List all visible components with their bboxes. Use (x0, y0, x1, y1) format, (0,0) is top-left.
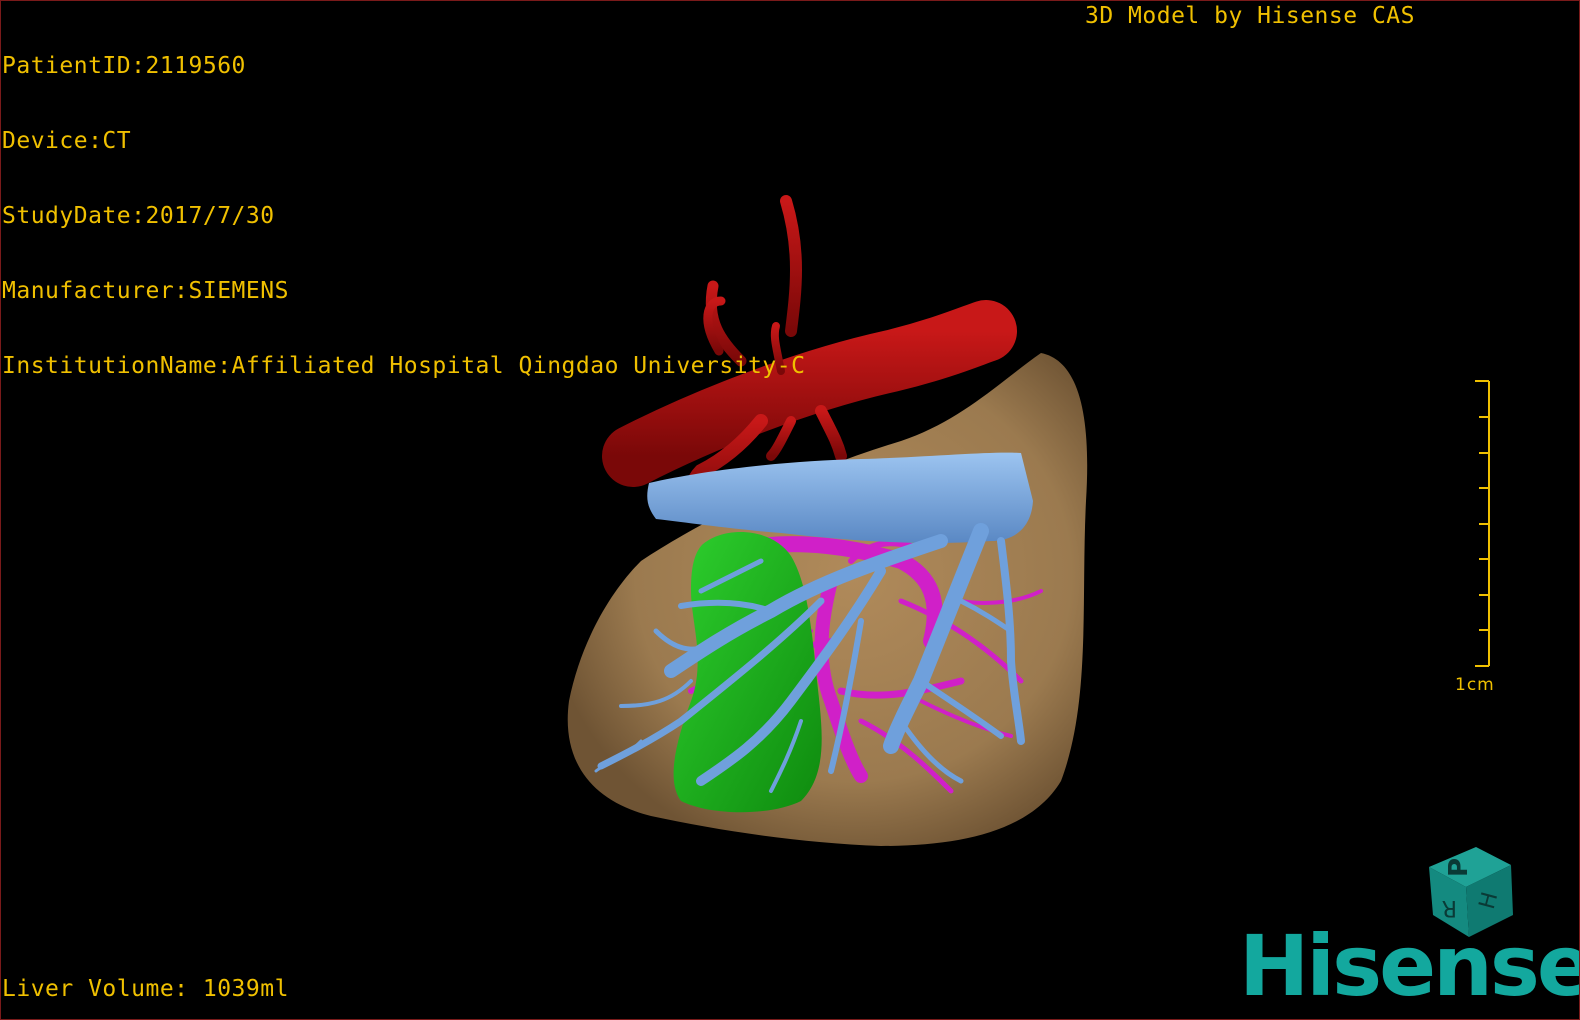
patient-id-label: PatientID:2119560 (2, 53, 246, 79)
hisense-logo: Hisense (1239, 917, 1580, 1015)
model-credit-label: 3D Model by Hisense CAS (1085, 3, 1415, 29)
patient-info-overlay: PatientID:2119560 Device:CT StudyDate:20… (2, 4, 805, 429)
manufacturer-label: Manufacturer:SIEMENS (2, 278, 289, 304)
scale-bar (1475, 380, 1490, 667)
3d-render-viewport[interactable]: PatientID:2119560 Device:CT StudyDate:20… (0, 0, 1580, 1020)
scale-bar-label: 1cm (1455, 675, 1495, 695)
cube-face-p: P (1444, 858, 1474, 877)
liver-volume-label: Liver Volume: 1039ml (2, 976, 289, 1002)
device-label: Device:CT (2, 128, 132, 154)
study-date-label: StudyDate:2017/7/30 (2, 203, 275, 229)
institution-label: InstitutionName:Affiliated Hospital Qing… (2, 353, 806, 379)
